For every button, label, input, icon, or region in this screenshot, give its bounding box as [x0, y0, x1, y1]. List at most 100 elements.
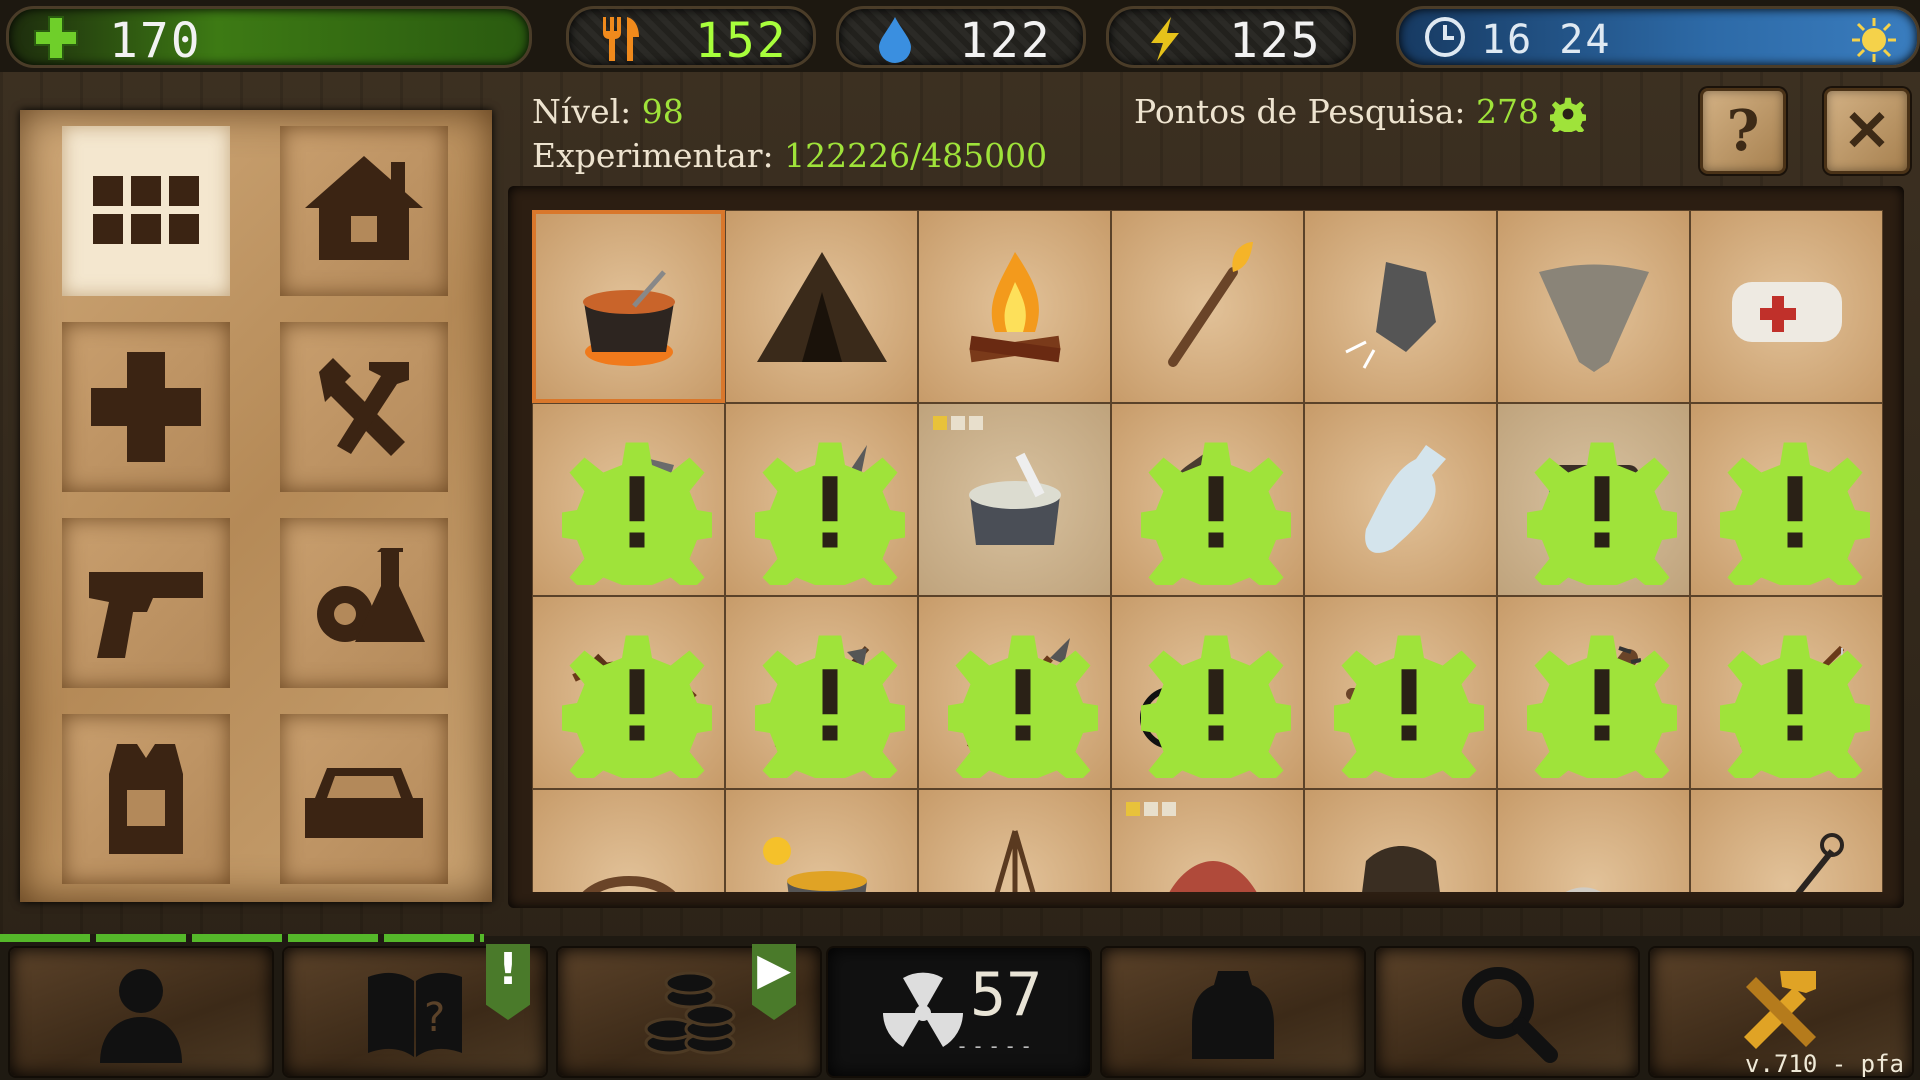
vest-icon [109, 744, 183, 854]
recipe-slot[interactable] [1304, 403, 1497, 596]
bone-soup-icon [968, 452, 1061, 545]
person-icon [100, 969, 182, 1063]
recipe-slot[interactable] [1497, 210, 1690, 403]
food-value: 152 [695, 13, 788, 69]
inventory-button[interactable] [1102, 948, 1364, 1076]
water-meter: 122 [836, 6, 1086, 69]
health-plus-icon [34, 16, 78, 60]
shop-play-flag: ▶ [752, 944, 796, 1020]
category-panel [20, 110, 492, 902]
book-question-icon: ? [368, 972, 462, 1057]
house-icon [305, 156, 423, 260]
radiation-dashes: ----- [956, 1034, 1037, 1058]
water-drop-icon [879, 17, 911, 63]
recipe-slot[interactable] [1497, 789, 1690, 892]
radioactive-stew-icon [762, 836, 867, 892]
recipe-slot[interactable] [532, 403, 725, 596]
tier-pips [1126, 802, 1176, 816]
category-armor[interactable] [62, 714, 230, 884]
research-badge-icon [1141, 635, 1291, 778]
recipe-grid[interactable] [532, 210, 1888, 892]
research-badge-icon [1141, 442, 1291, 585]
recipe-slot[interactable] [1690, 403, 1883, 596]
xp-label: Experimentar: [532, 136, 774, 175]
recipe-slot[interactable] [1497, 596, 1690, 789]
fork-knife-icon [603, 17, 639, 61]
flint-stone-icon [1344, 261, 1436, 369]
recipe-slot[interactable] [918, 210, 1111, 403]
research-badge-icon [1720, 635, 1870, 778]
recipe-slot[interactable] [1111, 210, 1304, 403]
character-button[interactable] [10, 948, 272, 1076]
recipe-slot[interactable] [1690, 596, 1883, 789]
recipe-slot[interactable] [532, 596, 725, 789]
recipe-slot[interactable] [918, 403, 1111, 596]
grid-icon [93, 176, 199, 244]
research-badge-icon [1334, 635, 1484, 778]
research-badge-icon [755, 635, 905, 778]
research-label: Pontos de Pesquisa: [1134, 92, 1466, 131]
help-button[interactable]: ? [1700, 88, 1786, 174]
recipe-slot[interactable] [1690, 210, 1883, 403]
version-label: v.710 - pfa [1745, 1050, 1904, 1078]
lightning-icon [1151, 17, 1179, 61]
recipe-slot[interactable] [725, 789, 918, 892]
recipe-slot[interactable] [1111, 403, 1304, 596]
backpack-icon [1192, 971, 1274, 1059]
bandana-icon [1538, 264, 1649, 372]
research-badge-icon [1527, 442, 1677, 585]
level-display: Nível: 98 [532, 92, 684, 131]
recipe-slot[interactable] [725, 210, 918, 403]
category-shelter[interactable] [280, 126, 448, 296]
recipe-slot[interactable] [1304, 789, 1497, 892]
research-badge-icon [755, 442, 905, 585]
pistol-icon [89, 572, 203, 658]
status-bar: 170 152 122 125 16 24 [0, 0, 1920, 72]
cloth-icon [1564, 886, 1603, 892]
research-value: 278 [1476, 92, 1540, 131]
clock-icon [1425, 17, 1465, 57]
progress-strip [0, 934, 484, 942]
svg-text:?: ? [424, 995, 445, 1041]
tier-pips [933, 416, 983, 430]
energy-value: 125 [1229, 13, 1322, 69]
radiation-value: 57 [970, 960, 1043, 1030]
search-button[interactable] [1376, 948, 1638, 1076]
category-all[interactable] [62, 126, 230, 296]
research-badge-icon [562, 635, 712, 778]
category-vehicles[interactable] [280, 714, 448, 884]
recipe-slot[interactable] [532, 789, 725, 892]
journal-alert-flag: ! [486, 944, 530, 1020]
bandage-icon [1731, 281, 1842, 342]
recipe-slot[interactable] [1111, 789, 1304, 892]
medical-cross-icon [91, 352, 201, 462]
coins-icon [644, 971, 736, 1055]
category-research[interactable] [280, 518, 448, 688]
recipe-slot[interactable] [1304, 596, 1497, 789]
level-label: Nível: [532, 92, 632, 131]
hut-icon [756, 251, 887, 362]
health-value: 170 [109, 13, 202, 69]
torch-icon [1167, 241, 1253, 367]
category-tools[interactable] [280, 322, 448, 492]
category-weapons[interactable] [62, 518, 230, 688]
recipe-slot[interactable] [1497, 403, 1690, 596]
tripod-icon [993, 829, 1036, 892]
wrench-hammer-icon [319, 358, 409, 456]
recipe-slot[interactable] [725, 403, 918, 596]
recipe-slot[interactable] [1304, 210, 1497, 403]
energy-meter: 125 [1106, 6, 1356, 69]
category-medical[interactable] [62, 322, 230, 492]
research-badge-icon [1720, 442, 1870, 585]
cloak-icon [1361, 845, 1440, 892]
recipe-slot[interactable] [918, 789, 1111, 892]
close-button[interactable]: ✕ [1824, 88, 1910, 174]
water-value: 122 [959, 13, 1052, 69]
recipe-slot[interactable] [1111, 596, 1304, 789]
recipe-slot[interactable] [918, 596, 1111, 789]
recipe-slot[interactable] [532, 210, 725, 403]
xp-value: 122226/485000 [784, 136, 1048, 175]
recipe-slot[interactable] [1690, 789, 1883, 892]
recipe-slot[interactable] [725, 596, 918, 789]
sun-icon [1852, 18, 1896, 62]
